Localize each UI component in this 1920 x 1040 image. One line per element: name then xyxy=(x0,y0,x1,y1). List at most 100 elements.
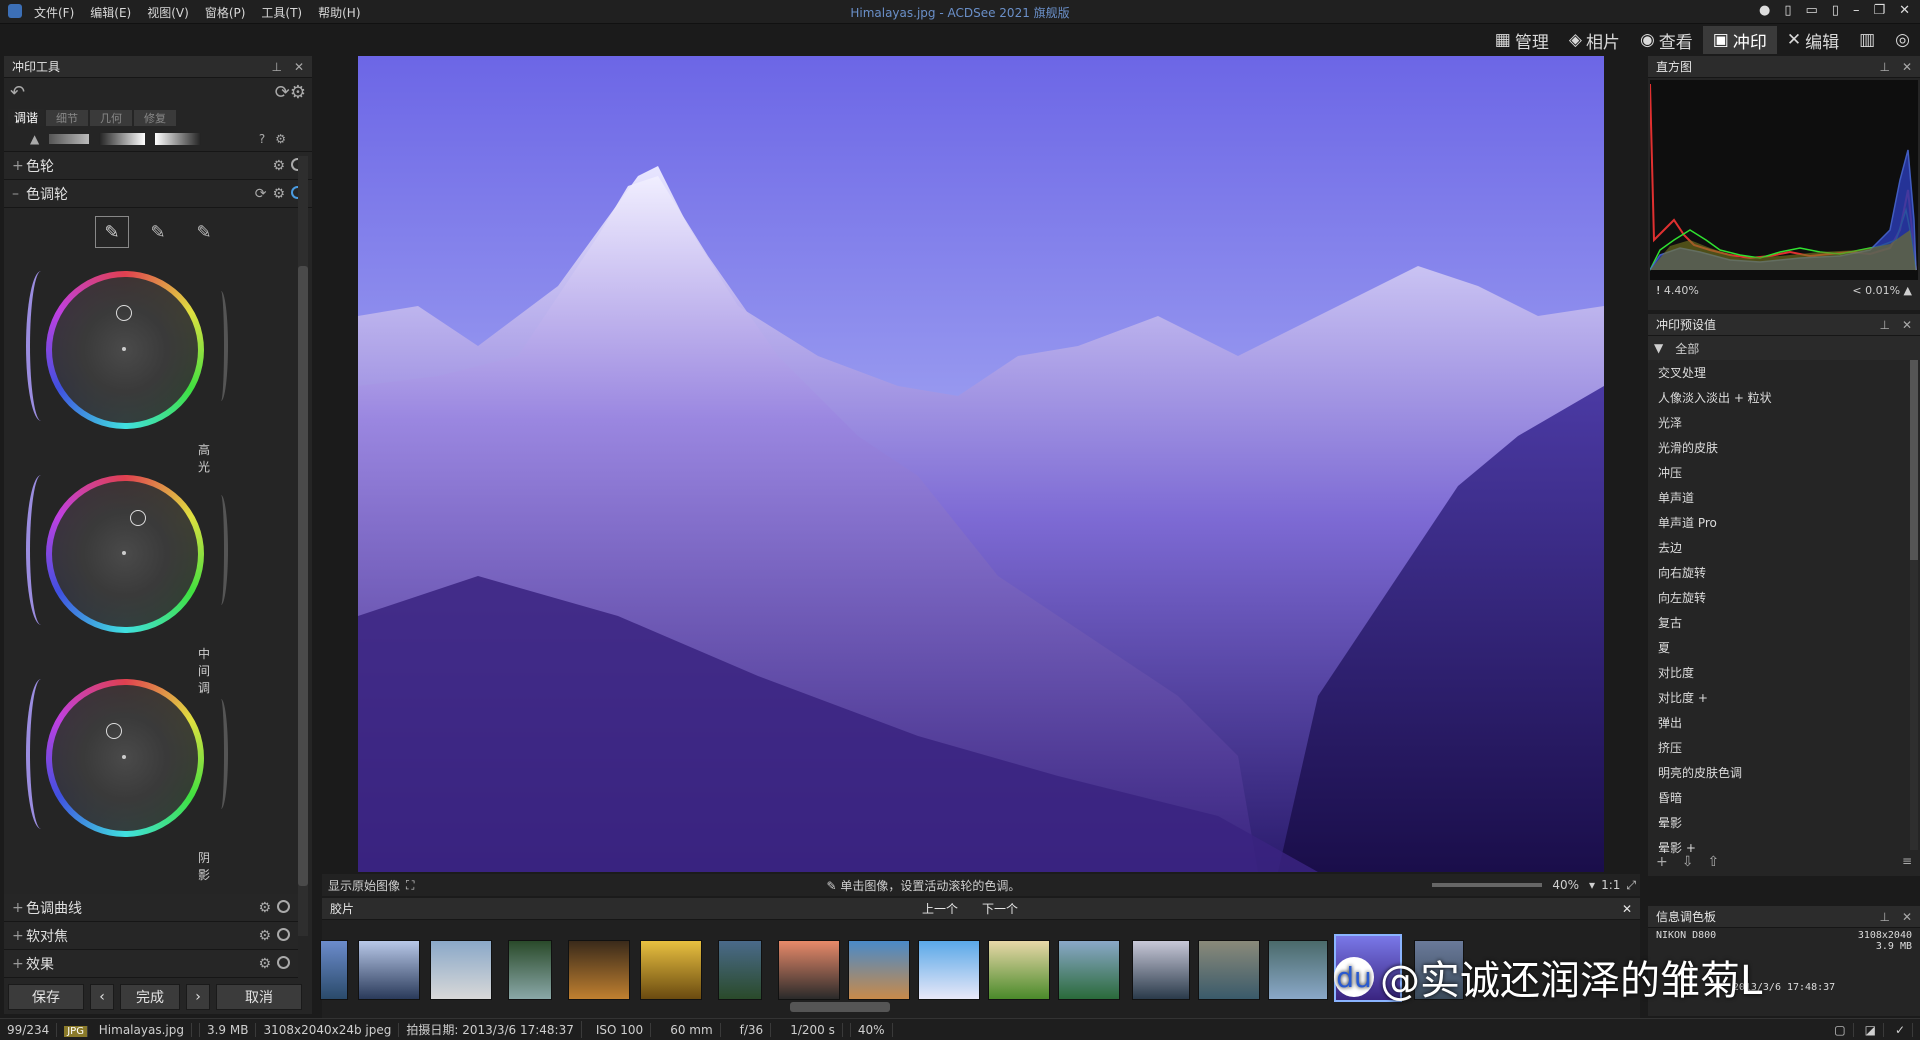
gear-icon[interactable]: ⚙ xyxy=(272,158,285,174)
preset-item[interactable]: 向右旋转 xyxy=(1648,560,1920,585)
tab-detail[interactable]: 细节 xyxy=(46,110,89,126)
add-preset-icon[interactable]: + xyxy=(1656,854,1668,870)
gear-icon[interactable]: ⚙ xyxy=(258,900,271,916)
pin-icon[interactable]: ⊥ xyxy=(1879,910,1889,924)
toggle-ring-icon[interactable] xyxy=(277,899,290,913)
preset-item[interactable]: 夏 xyxy=(1648,635,1920,660)
mode-view[interactable]: ◉ 查看 xyxy=(1630,26,1703,54)
prev-image-button[interactable]: ‹ xyxy=(90,984,114,1010)
section-tone-curves[interactable]: + 色调曲线 ⚙ xyxy=(4,894,298,922)
tab-repair[interactable]: 修复 xyxy=(134,110,177,126)
reset-settings-icon[interactable]: ⟳⚙ xyxy=(275,82,306,103)
preset-item[interactable]: 向左旋转 xyxy=(1648,585,1920,610)
import-icon[interactable]: ⇩ xyxy=(1682,854,1694,870)
minimize-icon[interactable]: – xyxy=(1853,3,1860,18)
main-image[interactable] xyxy=(358,56,1604,872)
mode-develop[interactable]: ▣ 冲印 xyxy=(1702,26,1777,54)
pin-icon[interactable]: ⊥ xyxy=(1879,60,1889,74)
check-icon[interactable]: ✓ xyxy=(1888,1022,1913,1037)
gear-icon[interactable]: ⚙ xyxy=(272,186,285,202)
close-panel-icon[interactable]: ✕ xyxy=(1902,318,1912,332)
section-effects[interactable]: + 效果 ⚙ xyxy=(4,950,298,978)
thumbnail[interactable] xyxy=(1058,940,1120,1000)
preset-scrollbar[interactable] xyxy=(1910,360,1918,850)
close-panel-icon[interactable]: ✕ xyxy=(294,60,304,74)
gradient-strip-2[interactable] xyxy=(155,132,202,145)
thumbnail[interactable] xyxy=(508,940,552,1000)
eyedropper-highlight-icon[interactable]: ✎ xyxy=(95,216,129,248)
gear-icon[interactable]: ⚙ xyxy=(258,956,271,972)
section-soft-focus[interactable]: + 软对焦 ⚙ xyxy=(4,922,298,950)
mode-edit[interactable]: ✕ 编辑 xyxy=(1777,26,1849,54)
thumbnail[interactable] xyxy=(640,940,702,1000)
preset-item[interactable]: 单声道 Pro xyxy=(1648,510,1920,535)
toggle-ring-icon[interactable] xyxy=(277,927,290,941)
thumbnail[interactable] xyxy=(848,940,910,1000)
compare-icon[interactable]: ◪ xyxy=(1858,1022,1884,1037)
thumbnail[interactable] xyxy=(320,940,348,1000)
preset-item[interactable]: 对比度 xyxy=(1648,660,1920,685)
zoom-dropdown[interactable]: ▾ xyxy=(1589,878,1595,892)
section-tone-wheels[interactable]: – 色调轮 ⟳ ⚙ xyxy=(4,180,312,208)
account-icon[interactable]: ● xyxy=(1759,3,1770,18)
tools-scrollbar[interactable] xyxy=(298,156,308,936)
thumbnail[interactable] xyxy=(1198,940,1260,1000)
section-color-wheel[interactable]: + 色轮 ⚙ xyxy=(4,152,312,180)
layout-icon-3[interactable]: ▯ xyxy=(1832,3,1839,18)
preset-item[interactable]: 挤压 xyxy=(1648,735,1920,760)
wheel-handle[interactable] xyxy=(130,510,146,526)
wheel-handle[interactable] xyxy=(106,723,122,739)
preset-item[interactable]: 去边 xyxy=(1648,535,1920,560)
thumbnail[interactable] xyxy=(430,940,492,1000)
close-filmstrip-icon[interactable]: ✕ xyxy=(1622,902,1632,916)
preset-item[interactable]: 光滑的皮肤 xyxy=(1648,435,1920,460)
thumbnail[interactable] xyxy=(1132,940,1190,1000)
preset-item[interactable]: 交叉处理 xyxy=(1648,360,1920,385)
close-icon[interactable]: ✕ xyxy=(1899,3,1910,18)
preset-item[interactable]: 昏暗 xyxy=(1648,785,1920,810)
cancel-button[interactable]: 取消 xyxy=(216,984,302,1010)
show-original-button[interactable]: 显示原始图像 xyxy=(322,877,406,894)
actual-size-button[interactable]: 1:1 xyxy=(1601,878,1620,892)
mode-manage[interactable]: ▦ 管理 xyxy=(1485,26,1559,54)
thumbnail[interactable] xyxy=(358,940,420,1000)
preset-item[interactable]: 复古 xyxy=(1648,610,1920,635)
fit-icon[interactable]: ⤢ xyxy=(1626,878,1636,893)
wheel-handle[interactable] xyxy=(116,305,132,321)
warning-icon[interactable]: ▲ xyxy=(30,132,39,146)
undo-icon[interactable]: ↶ xyxy=(10,82,25,103)
pin-icon[interactable]: ⊥ xyxy=(1879,318,1889,332)
tab-tune[interactable]: 调谐 xyxy=(8,109,45,126)
restore-icon[interactable]: ❐ xyxy=(1873,3,1885,18)
tab-geometry[interactable]: 几何 xyxy=(90,110,133,126)
pin-icon[interactable]: ⊥ xyxy=(271,60,281,74)
fullscreen-icon[interactable]: ⛶ xyxy=(406,878,414,893)
eyedropper-shadow-icon[interactable]: ✎ xyxy=(187,216,221,248)
view-mode-icon[interactable]: ▢ xyxy=(1827,1022,1854,1037)
export-icon[interactable]: ⇧ xyxy=(1707,854,1719,870)
thumbnail[interactable] xyxy=(568,940,630,1000)
preset-filter[interactable]: ▼ 全部 xyxy=(1648,336,1920,360)
reset-icon[interactable]: ⟳ xyxy=(255,186,267,202)
thumbnail[interactable] xyxy=(988,940,1050,1000)
eyedropper-midtone-icon[interactable]: ✎ xyxy=(141,216,175,248)
save-button[interactable]: 保存 xyxy=(8,984,84,1010)
preset-item[interactable]: 单声道 xyxy=(1648,485,1920,510)
tune-settings-icon[interactable]: ⚙ xyxy=(275,132,286,146)
zoom-slider[interactable] xyxy=(1432,883,1543,887)
toggle-ring-icon[interactable] xyxy=(277,955,290,969)
next-image-button[interactable]: › xyxy=(186,984,210,1010)
close-panel-icon[interactable]: ✕ xyxy=(1902,60,1912,74)
preset-item[interactable]: 光泽 xyxy=(1648,410,1920,435)
prev-button[interactable]: 上一个 xyxy=(922,900,958,917)
preset-item[interactable]: 晕影 xyxy=(1648,810,1920,835)
preset-menu-icon[interactable]: ≡ xyxy=(1902,854,1912,868)
layout-icon-2[interactable]: ▭ xyxy=(1805,3,1817,18)
360-button[interactable]: ◎ xyxy=(1885,26,1920,54)
thumbnail[interactable] xyxy=(1268,940,1328,1000)
exposure-strip-icon[interactable] xyxy=(49,133,90,144)
gradient-strip-1[interactable] xyxy=(99,132,146,145)
close-panel-icon[interactable]: ✕ xyxy=(1902,910,1912,924)
preset-item[interactable]: 明亮的皮肤色调 xyxy=(1648,760,1920,785)
thumbnail[interactable] xyxy=(918,940,980,1000)
